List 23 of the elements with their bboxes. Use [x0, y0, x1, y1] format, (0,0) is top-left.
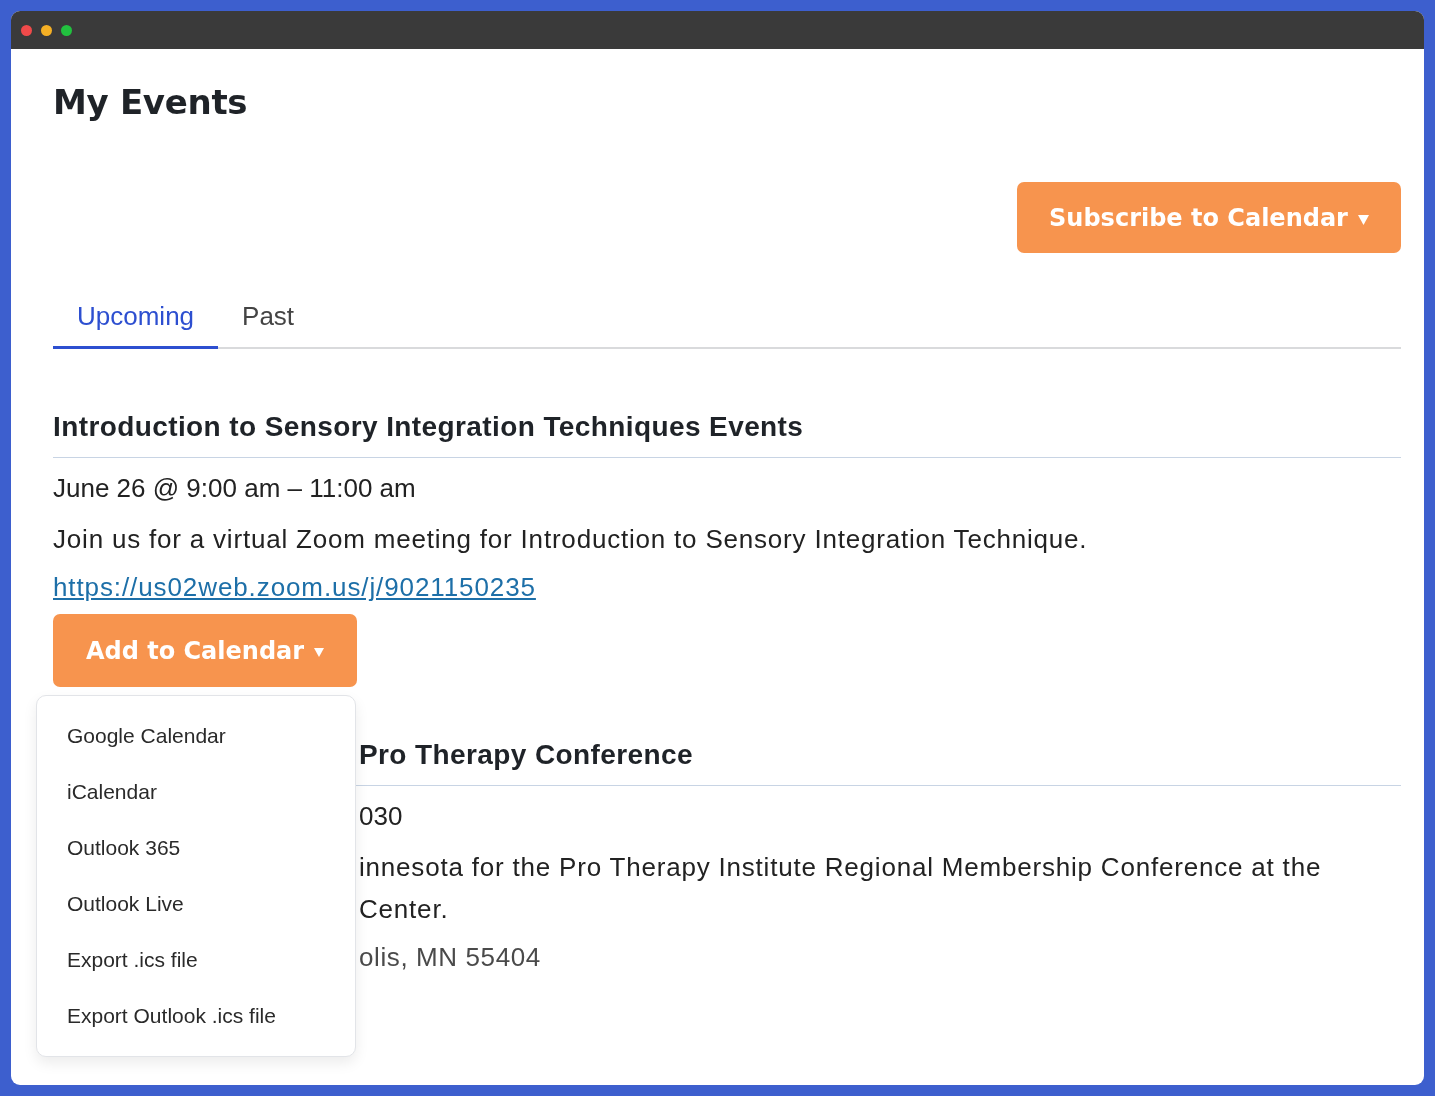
menu-item[interactable]: Outlook Live [37, 876, 214, 932]
event-date: June 26 @ 9:00 am – 11:00 am [53, 472, 416, 505]
event-description: innesota for the Pro Therapy Institute Regional Membership Conference at the [359, 851, 1322, 884]
event-title: Introduction to Sensory Integration Techniques Events [53, 410, 804, 444]
caret-icon [314, 648, 325, 657]
page-title: My Events [53, 82, 248, 122]
tab[interactable]: Upcoming [53, 293, 219, 349]
menu-item[interactable]: Export .ics file [37, 932, 228, 988]
caret-icon [1357, 214, 1369, 225]
event-description: Join us for a virtual Zoom meeting for Introduction to Sensory Integration Technique. [53, 523, 1088, 556]
event-address: olis, MN 55404 [359, 941, 541, 974]
event-title: Pro Therapy Conference [359, 738, 693, 772]
minimize-dot-icon[interactable] [41, 24, 52, 36]
menu-item[interactable]: Outlook 365 [37, 820, 211, 876]
maximize-dot-icon[interactable] [61, 24, 72, 36]
meeting-link[interactable]: https://us02web.zoom.us/j/9021150235 [53, 570, 536, 604]
menu-item[interactable]: Google Calendar [37, 708, 256, 764]
menu-item[interactable]: iCalendar [37, 764, 187, 820]
event-date: 030 [359, 800, 403, 833]
tab[interactable]: Past [218, 293, 319, 349]
close-dot-icon[interactable] [21, 24, 32, 36]
menu-item[interactable]: Export Outlook .ics file [37, 988, 306, 1044]
event-description: Center. [359, 893, 449, 926]
